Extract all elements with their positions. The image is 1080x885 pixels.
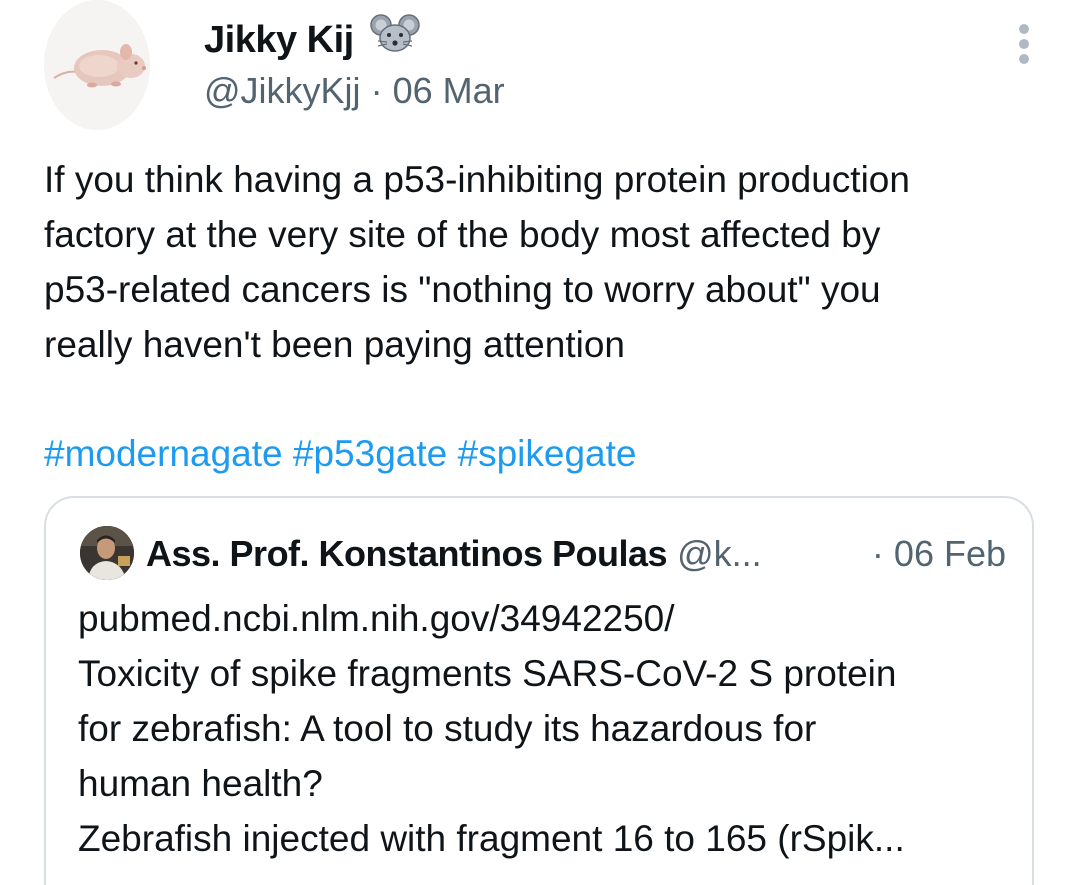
- quoted-tweet-card[interactable]: Ass. Prof. Konstantinos Poulas @k... · 0…: [44, 496, 1034, 885]
- display-name-row[interactable]: Jikky Kij: [204, 14, 420, 66]
- quote-date-group: · 06 Feb: [872, 532, 1006, 576]
- quote-display-name[interactable]: Ass. Prof. Konstantinos Poulas: [146, 533, 668, 574]
- quote-user-handle[interactable]: @k...: [677, 533, 762, 574]
- user-handle[interactable]: @JikkyKjj: [204, 70, 361, 111]
- quote-header: Ass. Prof. Konstantinos Poulas @k... · 0…: [146, 532, 1026, 576]
- avatar[interactable]: [44, 0, 150, 130]
- hashtags: #modernagate #p53gate #spikegate: [44, 426, 636, 481]
- quote-date[interactable]: 06 Feb: [894, 533, 1006, 574]
- hashtag-link[interactable]: #spikegate: [458, 433, 637, 474]
- handle-line: @JikkyKjj · 06 Mar: [204, 68, 505, 114]
- more-options-button[interactable]: [1008, 22, 1042, 66]
- more-vertical-icon: [1019, 24, 1029, 34]
- more-vertical-icon-dot: [1019, 39, 1029, 49]
- quote-separator: ·: [871, 533, 884, 574]
- hashtag-link[interactable]: #p53gate: [293, 433, 447, 474]
- more-vertical-icon-dot: [1019, 54, 1029, 64]
- quote-avatar[interactable]: [80, 526, 134, 580]
- tweet: Jikky Kij @JikkyKjj · 06 Mar If you thin…: [0, 0, 1080, 885]
- tweet-text: If you think having a p53-inhibiting pro…: [44, 159, 910, 365]
- display-name[interactable]: Jikky Kij: [204, 19, 354, 61]
- tweet-date[interactable]: 06 Mar: [393, 70, 505, 111]
- mouse-face-icon: [370, 12, 420, 66]
- hashtag-link[interactable]: #modernagate: [44, 433, 283, 474]
- quote-text: pubmed.ncbi.nlm.nih.gov/34942250/ Toxici…: [78, 598, 905, 859]
- handle-separator: ·: [360, 70, 393, 111]
